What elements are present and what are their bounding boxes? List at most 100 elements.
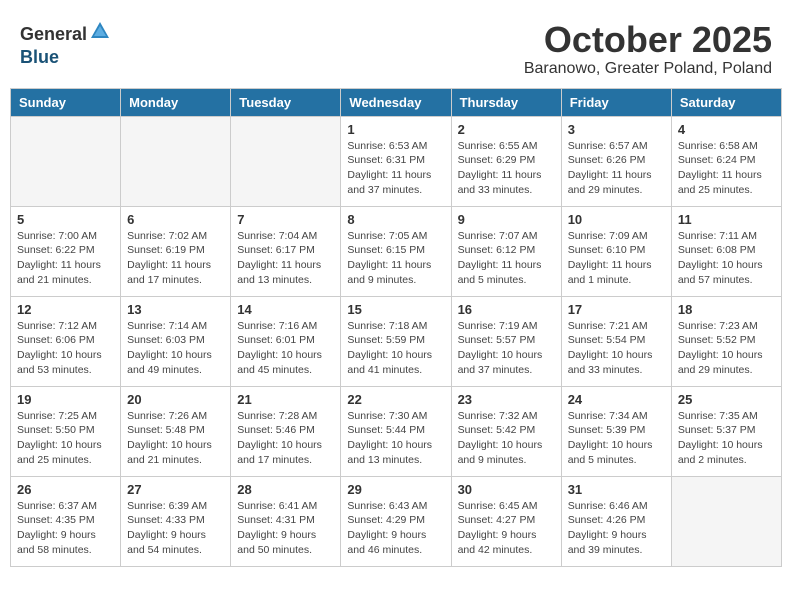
header-sunday: Sunday xyxy=(11,88,121,116)
day-info: Sunrise: 7:04 AM Sunset: 6:17 PM Dayligh… xyxy=(237,229,334,288)
day-number: 25 xyxy=(678,392,775,407)
day-info: Sunrise: 6:55 AM Sunset: 6:29 PM Dayligh… xyxy=(458,139,555,198)
calendar-subtitle: Baranowo, Greater Poland, Poland xyxy=(524,60,772,78)
day-info: Sunrise: 6:58 AM Sunset: 6:24 PM Dayligh… xyxy=(678,139,775,198)
day-number: 15 xyxy=(347,302,444,317)
day-info: Sunrise: 6:53 AM Sunset: 6:31 PM Dayligh… xyxy=(347,139,444,198)
day-number: 9 xyxy=(458,212,555,227)
day-cell: 22 Sunrise: 7:30 AM Sunset: 5:44 PM Dayli… xyxy=(341,386,451,476)
day-cell: 31Sunrise: 6:46 AM Sunset: 4:26 PM Dayli… xyxy=(561,476,671,566)
day-cell xyxy=(671,476,781,566)
calendar-table: SundayMondayTuesdayWednesdayThursdayFrid… xyxy=(10,88,782,567)
day-number: 2 xyxy=(458,122,555,137)
week-row-3: 12 Sunrise: 7:12 AM Sunset: 6:06 PM Dayli… xyxy=(11,296,782,386)
day-info: Sunrise: 7:34 AM Sunset: 5:39 PM Dayligh… xyxy=(568,409,665,468)
day-info: Sunrise: 7:32 AM Sunset: 5:42 PM Dayligh… xyxy=(458,409,555,468)
day-number: 18 xyxy=(678,302,775,317)
day-cell xyxy=(11,116,121,206)
day-cell: 30 Sunrise: 6:45 AM Sunset: 4:27 PM Dayli… xyxy=(451,476,561,566)
day-cell: 6Sunrise: 7:02 AM Sunset: 6:19 PM Daylig… xyxy=(121,206,231,296)
day-info: Sunrise: 7:00 AM Sunset: 6:22 PM Dayligh… xyxy=(17,229,114,288)
day-cell: 29 Sunrise: 6:43 AM Sunset: 4:29 PM Dayli… xyxy=(341,476,451,566)
day-cell: 2 Sunrise: 6:55 AM Sunset: 6:29 PM Daylig… xyxy=(451,116,561,206)
week-row-1: 1 Sunrise: 6:53 AM Sunset: 6:31 PM Daylig… xyxy=(11,116,782,206)
header-wednesday: Wednesday xyxy=(341,88,451,116)
header-friday: Friday xyxy=(561,88,671,116)
day-cell: 8 Sunrise: 7:05 AM Sunset: 6:15 PM Daylig… xyxy=(341,206,451,296)
day-number: 29 xyxy=(347,482,444,497)
day-info: Sunrise: 7:28 AM Sunset: 5:46 PM Dayligh… xyxy=(237,409,334,468)
day-number: 27 xyxy=(127,482,224,497)
day-cell: 20 Sunrise: 7:26 AM Sunset: 5:48 PM Dayli… xyxy=(121,386,231,476)
day-info: Sunrise: 7:11 AM Sunset: 6:08 PM Dayligh… xyxy=(678,229,775,288)
day-cell: 25Sunrise: 7:35 AM Sunset: 5:37 PM Dayli… xyxy=(671,386,781,476)
day-info: Sunrise: 7:25 AM Sunset: 5:50 PM Dayligh… xyxy=(17,409,114,468)
day-cell: 17 Sunrise: 7:21 AM Sunset: 5:54 PM Dayli… xyxy=(561,296,671,386)
day-number: 24 xyxy=(568,392,665,407)
day-cell: 19 Sunrise: 7:25 AM Sunset: 5:50 PM Dayli… xyxy=(11,386,121,476)
day-info: Sunrise: 7:21 AM Sunset: 5:54 PM Dayligh… xyxy=(568,319,665,378)
day-info: Sunrise: 7:12 AM Sunset: 6:06 PM Dayligh… xyxy=(17,319,114,378)
day-info: Sunrise: 7:07 AM Sunset: 6:12 PM Dayligh… xyxy=(458,229,555,288)
day-cell xyxy=(121,116,231,206)
title-section: October 2025 Baranowo, Greater Poland, P… xyxy=(524,20,772,78)
day-cell: 7Sunrise: 7:04 AM Sunset: 6:17 PM Daylig… xyxy=(231,206,341,296)
day-number: 16 xyxy=(458,302,555,317)
day-number: 3 xyxy=(568,122,665,137)
day-number: 22 xyxy=(347,392,444,407)
day-info: Sunrise: 6:37 AM Sunset: 4:35 PM Dayligh… xyxy=(17,499,114,558)
day-cell: 5Sunrise: 7:00 AM Sunset: 6:22 PM Daylig… xyxy=(11,206,121,296)
day-info: Sunrise: 6:45 AM Sunset: 4:27 PM Dayligh… xyxy=(458,499,555,558)
day-info: Sunrise: 7:30 AM Sunset: 5:44 PM Dayligh… xyxy=(347,409,444,468)
day-number: 12 xyxy=(17,302,114,317)
day-number: 30 xyxy=(458,482,555,497)
day-cell: 28Sunrise: 6:41 AM Sunset: 4:31 PM Dayli… xyxy=(231,476,341,566)
day-cell: 12 Sunrise: 7:12 AM Sunset: 6:06 PM Dayli… xyxy=(11,296,121,386)
day-number: 13 xyxy=(127,302,224,317)
day-cell: 4 Sunrise: 6:58 AM Sunset: 6:24 PM Daylig… xyxy=(671,116,781,206)
day-cell: 18 Sunrise: 7:23 AM Sunset: 5:52 PM Dayli… xyxy=(671,296,781,386)
day-cell xyxy=(231,116,341,206)
week-row-5: 26Sunrise: 6:37 AM Sunset: 4:35 PM Dayli… xyxy=(11,476,782,566)
day-cell: 10 Sunrise: 7:09 AM Sunset: 6:10 PM Dayli… xyxy=(561,206,671,296)
day-info: Sunrise: 7:26 AM Sunset: 5:48 PM Dayligh… xyxy=(127,409,224,468)
day-info: Sunrise: 6:57 AM Sunset: 6:26 PM Dayligh… xyxy=(568,139,665,198)
day-cell: 13Sunrise: 7:14 AM Sunset: 6:03 PM Dayli… xyxy=(121,296,231,386)
day-number: 4 xyxy=(678,122,775,137)
day-cell: 21Sunrise: 7:28 AM Sunset: 5:46 PM Dayli… xyxy=(231,386,341,476)
day-info: Sunrise: 6:41 AM Sunset: 4:31 PM Dayligh… xyxy=(237,499,334,558)
header-tuesday: Tuesday xyxy=(231,88,341,116)
week-row-4: 19 Sunrise: 7:25 AM Sunset: 5:50 PM Dayli… xyxy=(11,386,782,476)
day-info: Sunrise: 6:39 AM Sunset: 4:33 PM Dayligh… xyxy=(127,499,224,558)
day-number: 19 xyxy=(17,392,114,407)
day-cell: 1 Sunrise: 6:53 AM Sunset: 6:31 PM Daylig… xyxy=(341,116,451,206)
calendar-title: October 2025 xyxy=(524,20,772,60)
day-cell: 23Sunrise: 7:32 AM Sunset: 5:42 PM Dayli… xyxy=(451,386,561,476)
day-info: Sunrise: 7:23 AM Sunset: 5:52 PM Dayligh… xyxy=(678,319,775,378)
day-cell: 3 Sunrise: 6:57 AM Sunset: 6:26 PM Daylig… xyxy=(561,116,671,206)
header-saturday: Saturday xyxy=(671,88,781,116)
logo-blue: Blue xyxy=(20,48,111,66)
day-cell: 11 Sunrise: 7:11 AM Sunset: 6:08 PM Dayli… xyxy=(671,206,781,296)
day-cell: 15 Sunrise: 7:18 AM Sunset: 5:59 PM Dayli… xyxy=(341,296,451,386)
day-number: 11 xyxy=(678,212,775,227)
day-info: Sunrise: 7:09 AM Sunset: 6:10 PM Dayligh… xyxy=(568,229,665,288)
day-number: 10 xyxy=(568,212,665,227)
day-cell: 9 Sunrise: 7:07 AM Sunset: 6:12 PM Daylig… xyxy=(451,206,561,296)
day-number: 20 xyxy=(127,392,224,407)
day-info: Sunrise: 7:05 AM Sunset: 6:15 PM Dayligh… xyxy=(347,229,444,288)
day-info: Sunrise: 6:43 AM Sunset: 4:29 PM Dayligh… xyxy=(347,499,444,558)
day-cell: 26Sunrise: 6:37 AM Sunset: 4:35 PM Dayli… xyxy=(11,476,121,566)
day-info: Sunrise: 7:16 AM Sunset: 6:01 PM Dayligh… xyxy=(237,319,334,378)
day-number: 1 xyxy=(347,122,444,137)
day-info: Sunrise: 7:18 AM Sunset: 5:59 PM Dayligh… xyxy=(347,319,444,378)
day-number: 8 xyxy=(347,212,444,227)
logo: General Blue xyxy=(20,20,111,66)
page-header: General Blue October 2025 Baranowo, Grea… xyxy=(10,10,782,83)
day-cell: 16 Sunrise: 7:19 AM Sunset: 5:57 PM Dayli… xyxy=(451,296,561,386)
day-number: 17 xyxy=(568,302,665,317)
logo-icon xyxy=(89,20,111,48)
day-number: 14 xyxy=(237,302,334,317)
day-info: Sunrise: 7:19 AM Sunset: 5:57 PM Dayligh… xyxy=(458,319,555,378)
day-info: Sunrise: 7:02 AM Sunset: 6:19 PM Dayligh… xyxy=(127,229,224,288)
